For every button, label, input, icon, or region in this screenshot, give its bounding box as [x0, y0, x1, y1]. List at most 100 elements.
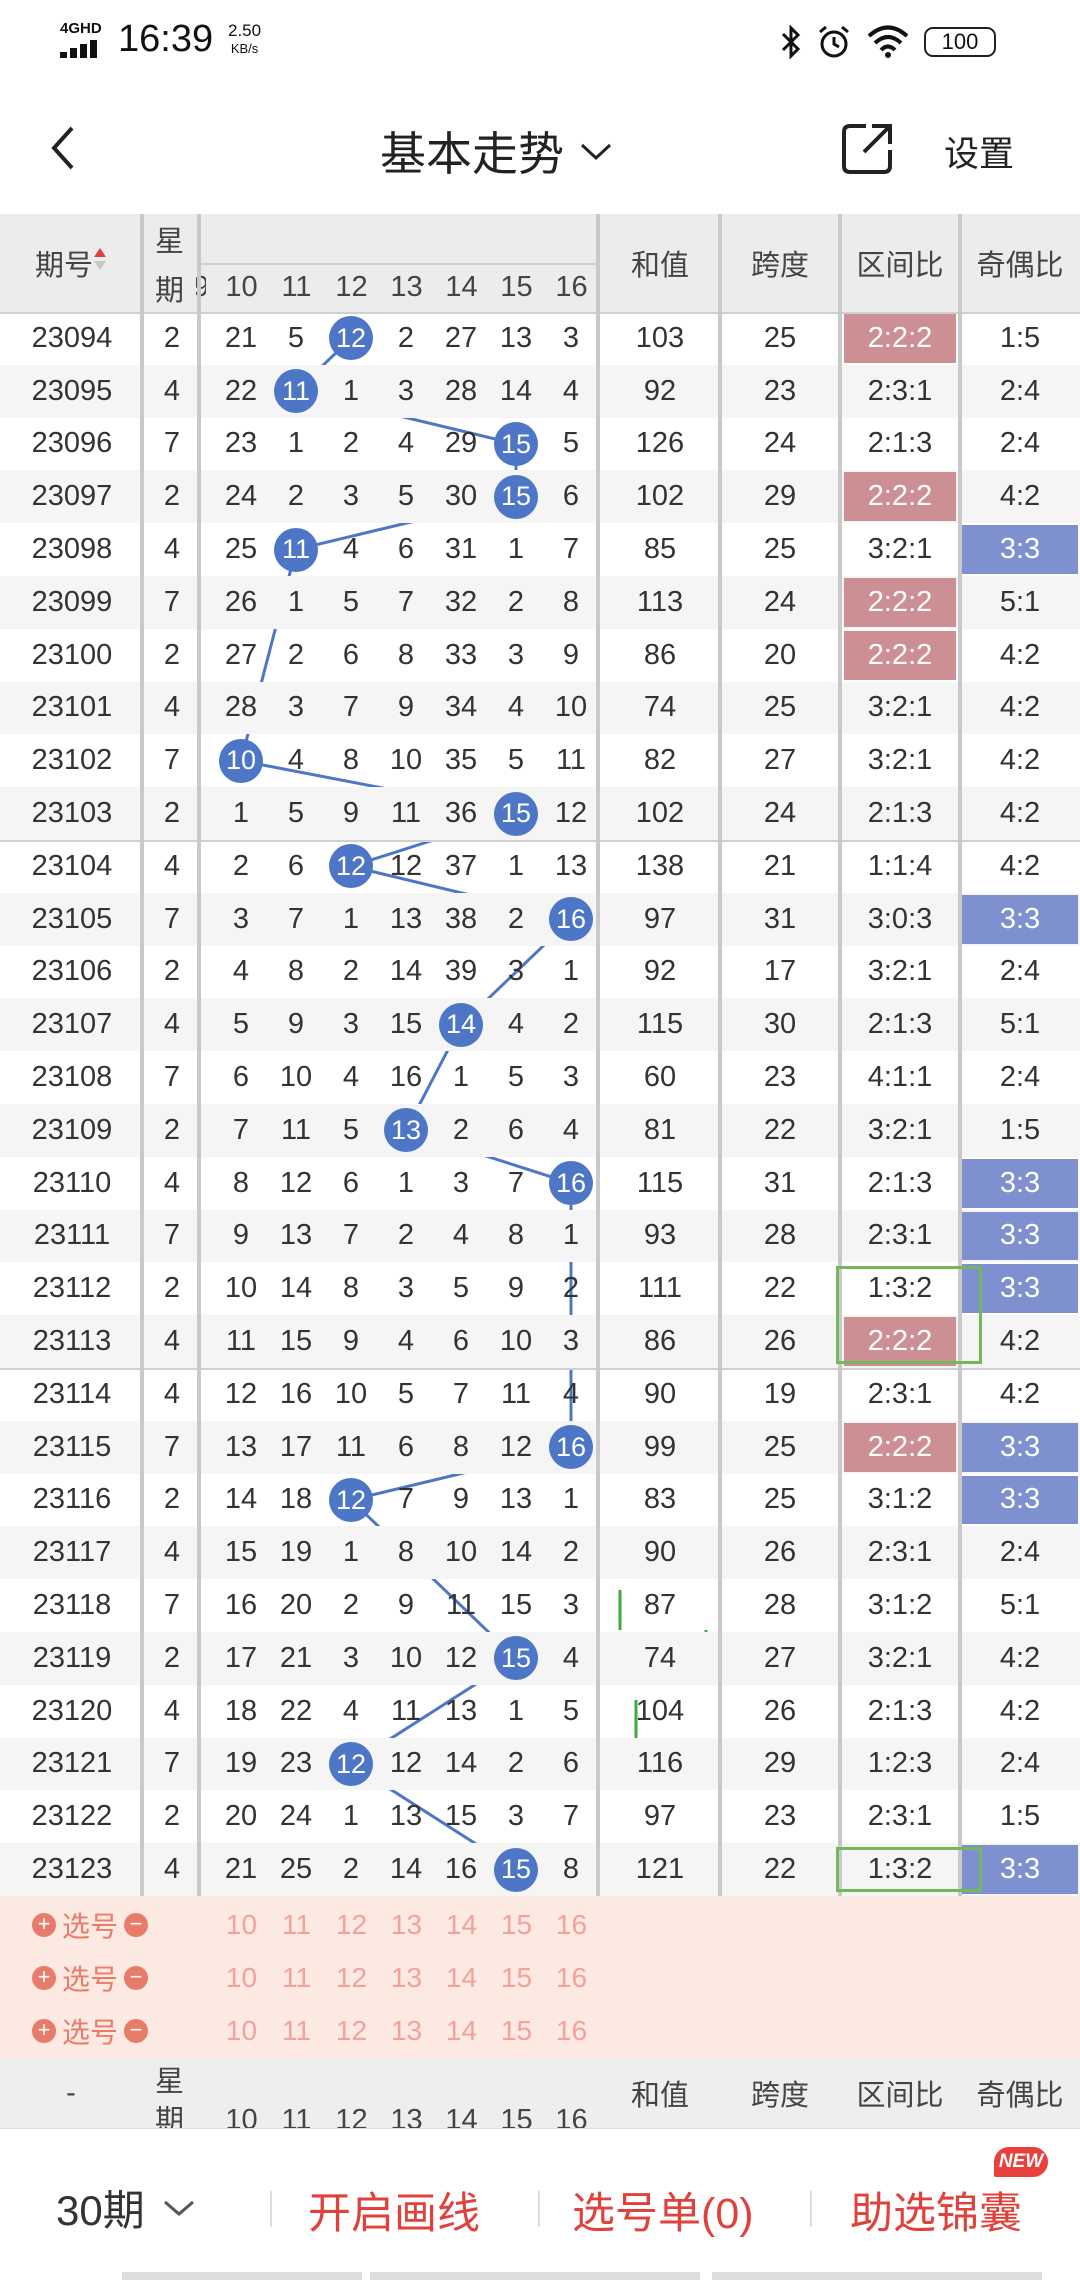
footer-weekday-top: 星: [154, 2066, 184, 2098]
number-cell: 4: [562, 1377, 580, 1410]
pick-number[interactable]: 12: [324, 2006, 379, 2056]
assist-button[interactable]: 助选锦囊: [850, 2179, 1022, 2241]
sum-cell: 102: [635, 480, 685, 513]
pick-number[interactable]: 14: [434, 2006, 489, 2056]
period-selector[interactable]: 30期: [56, 2177, 197, 2238]
pick-number[interactable]: 12: [324, 1953, 379, 2003]
group-divider: [0, 312, 1080, 314]
pick-number[interactable]: 16: [544, 2006, 599, 2056]
number-cell: 8: [397, 1536, 415, 1569]
number-cell: 2: [562, 1008, 580, 1041]
period-cell: 23116: [32, 1483, 112, 1516]
number-cell: 5: [342, 585, 360, 618]
period-cell: 23112: [32, 1272, 112, 1305]
number-cell: 9: [342, 1325, 360, 1358]
share-icon[interactable]: [838, 118, 898, 178]
minus-icon[interactable]: −: [124, 2018, 149, 2043]
span-cell: 25: [763, 1430, 797, 1463]
pick-number[interactable]: 11: [269, 1953, 324, 2003]
column-divider: [838, 214, 842, 1896]
number-cell: 12: [444, 1641, 478, 1674]
number-cell: 12: [389, 849, 423, 882]
back-icon[interactable]: [36, 118, 96, 178]
pick-number[interactable]: 12: [324, 1900, 379, 1950]
number-cell: 2: [507, 1747, 525, 1780]
span-cell: 24: [763, 797, 797, 830]
number-cell: 15: [499, 1589, 533, 1622]
pick-list-button[interactable]: 选号单(0): [572, 2179, 754, 2241]
number-cell: 30: [444, 480, 478, 513]
number-cell: 1: [342, 374, 360, 407]
chevron-down-icon: [580, 143, 612, 161]
range-ratio-cell: 3:1:2: [867, 1589, 933, 1622]
period-cell: 23119: [32, 1641, 112, 1674]
page-title: 基本走势: [380, 128, 564, 180]
pick-number[interactable]: 10: [214, 2006, 269, 2056]
number-ball: 11: [274, 527, 318, 572]
pick-number[interactable]: 13: [379, 2006, 434, 2056]
number-cell: 2: [507, 585, 525, 618]
period-sort-header[interactable]: 期号: [0, 214, 142, 312]
sum-cell: 115: [636, 1166, 684, 1199]
page-title-dropdown[interactable]: 基本走势: [380, 118, 614, 184]
settings-button[interactable]: 设置: [944, 126, 1014, 177]
number-cell: 1: [562, 955, 580, 988]
pick-number[interactable]: 10: [214, 1953, 269, 2003]
number-cell: 24: [224, 480, 258, 513]
sum-cell: 104: [635, 1694, 685, 1727]
minus-icon[interactable]: −: [124, 1965, 149, 1990]
minus-icon[interactable]: −: [124, 1913, 149, 1937]
number-column-header: 16: [555, 271, 588, 303]
footer-number-header: 12: [335, 2103, 368, 2129]
pick-row-control[interactable]: + 选号 −: [32, 2006, 149, 2056]
plus-icon[interactable]: +: [32, 2018, 56, 2043]
number-cell: 8: [452, 1430, 470, 1463]
number-column-header: 15: [500, 271, 533, 303]
column-divider: [197, 214, 201, 2128]
number-cell: 35: [444, 744, 478, 777]
weekday-cell: 7: [163, 1589, 181, 1622]
plus-icon[interactable]: +: [32, 1913, 56, 1937]
plus-icon[interactable]: +: [32, 1965, 56, 1990]
pick-number[interactable]: 11: [269, 1900, 324, 1950]
odd-even-cell: 4:2: [999, 744, 1041, 777]
pick-number[interactable]: 14: [434, 1953, 489, 2003]
span-cell: 26: [763, 1325, 797, 1358]
span-cell: 24: [763, 585, 797, 618]
pick-number[interactable]: 15: [489, 2006, 544, 2056]
pick-number[interactable]: 10: [214, 1900, 269, 1950]
number-cell: 2: [397, 1219, 415, 1252]
number-cell: 25: [279, 1853, 313, 1886]
bluetooth-icon: [781, 25, 801, 59]
number-cell: 3: [562, 1325, 580, 1358]
number-cell: 5: [507, 1061, 525, 1094]
pick-number[interactable]: 11: [269, 2006, 324, 2056]
number-cell: 11: [390, 1694, 422, 1727]
pick-number[interactable]: 15: [489, 1900, 544, 1950]
draw-lines-button[interactable]: 开启画线: [308, 2179, 480, 2241]
range-ratio-cell: 2:1:3: [867, 1166, 933, 1199]
number-cell: 3: [562, 1589, 580, 1622]
pick-number[interactable]: 13: [379, 1953, 434, 2003]
pick-number[interactable]: 16: [544, 1953, 599, 2003]
number-cell: 2: [342, 427, 360, 460]
range-ratio-header: 区间比: [856, 250, 944, 282]
odd-even-ratio-header: 奇偶比: [976, 250, 1064, 282]
number-cell: 6: [287, 849, 305, 882]
column-divider: [596, 214, 600, 2128]
number-cell: 20: [224, 1800, 258, 1833]
pick-number[interactable]: 16: [544, 1900, 599, 1950]
number-cell: 15: [389, 1008, 423, 1041]
signal-icon: [60, 38, 102, 58]
weekday-cell: 2: [163, 321, 181, 354]
weekday-header-top: 星: [154, 225, 184, 258]
pick-number[interactable]: 15: [489, 1953, 544, 2003]
period-cell: 23097: [31, 480, 113, 513]
pick-row-control[interactable]: + 选号 −: [32, 1953, 149, 2003]
span-cell: 20: [763, 638, 797, 671]
number-cell: 4: [397, 427, 415, 460]
number-cell: 9: [232, 1219, 250, 1252]
pick-row-control[interactable]: + 选号 −: [32, 1900, 149, 1950]
pick-number[interactable]: 14: [434, 1900, 489, 1950]
pick-number[interactable]: 13: [379, 1900, 434, 1950]
